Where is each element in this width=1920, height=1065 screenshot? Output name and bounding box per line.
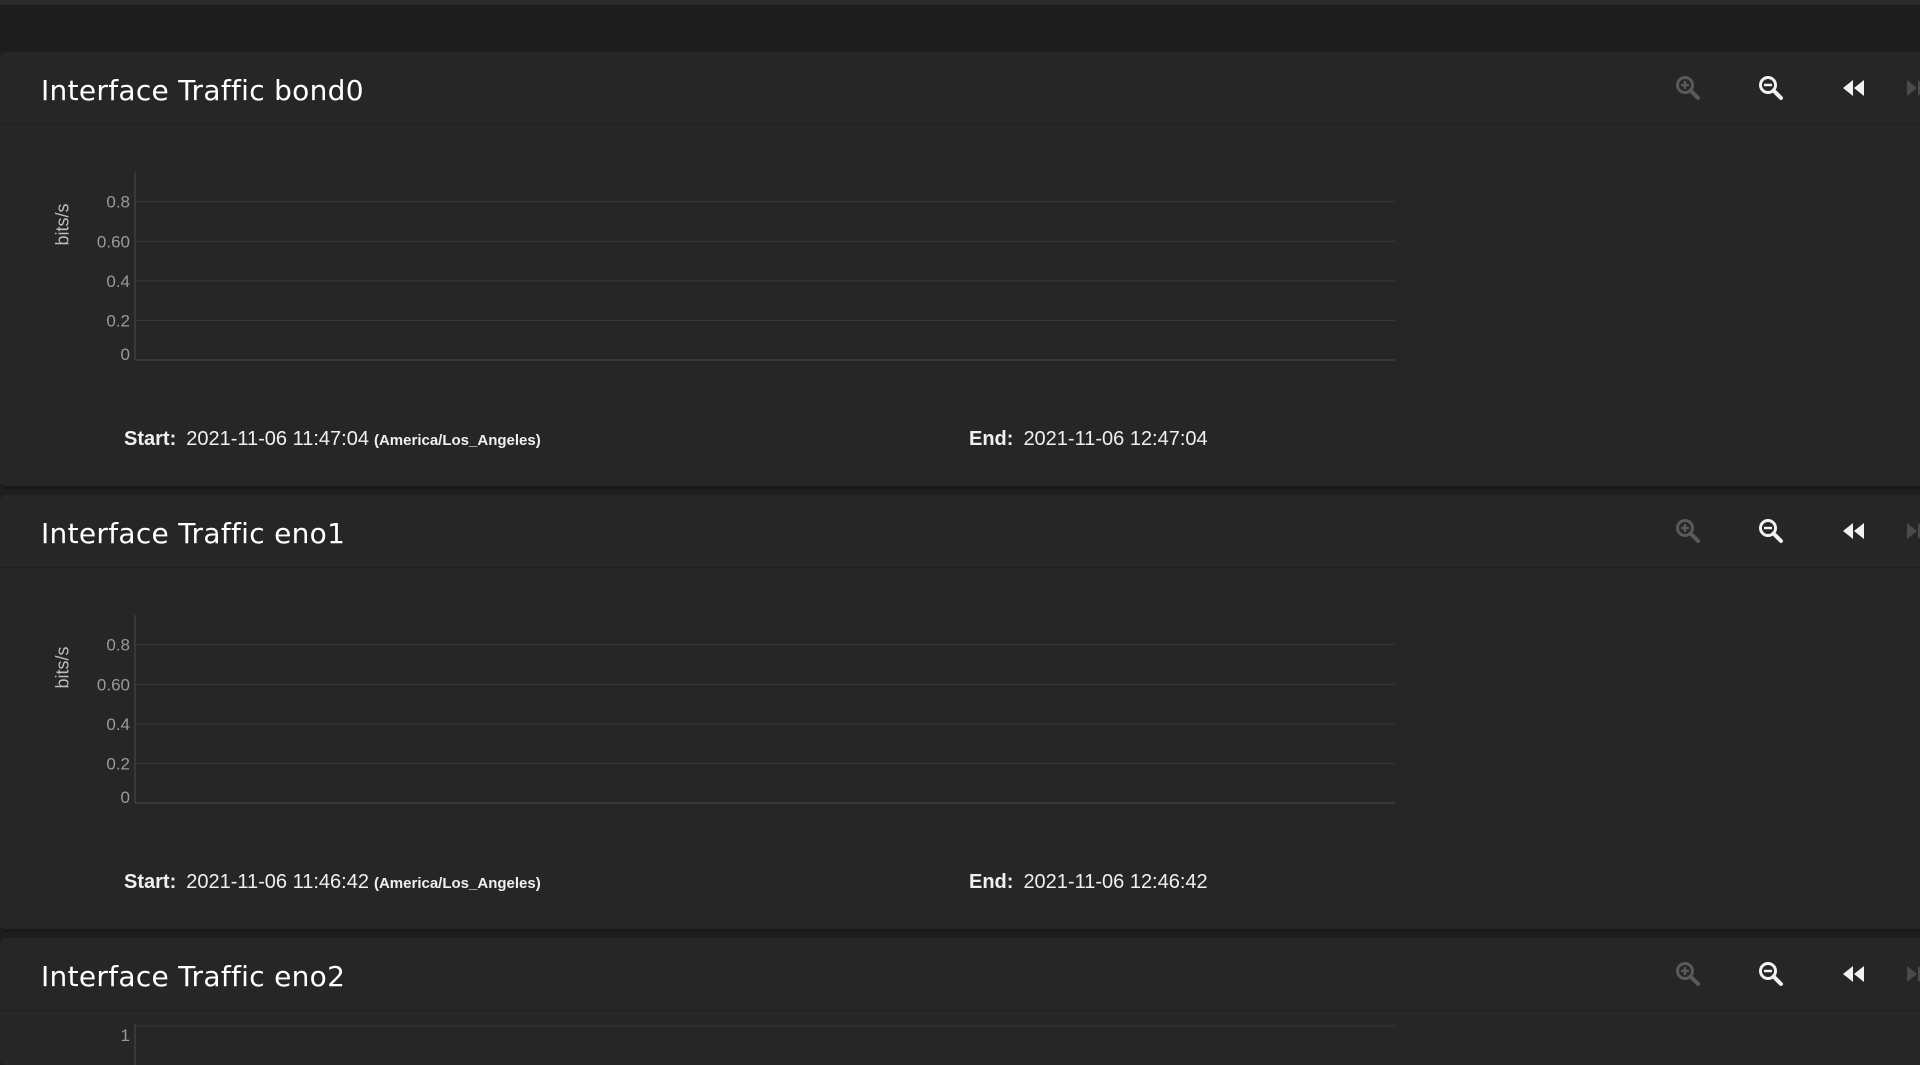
traffic-chart: 00.20.40.600.800.000: [97, 172, 1395, 364]
zoom-in-button[interactable]: [1668, 954, 1708, 994]
y-tick-label: 0.60: [97, 232, 130, 251]
card-title: Interface Traffic bond0: [41, 74, 364, 107]
step-forward-button[interactable]: [1897, 68, 1920, 108]
step-back-icon: [1843, 966, 1864, 982]
start-value: 2021-11-06 11:46:42: [186, 871, 369, 893]
step-forward-icon: [1907, 523, 1920, 539]
traffic-card-eno2: Interface Traffic eno2 1: [0, 938, 1920, 1065]
zoom-in-button[interactable]: [1668, 511, 1708, 551]
step-back-button[interactable]: [1834, 68, 1874, 108]
start-label: Start:: [124, 871, 177, 893]
traffic-card-eno1: Interface Traffic eno1 bits/s 0 0.2 0.4 0.6…: [0, 495, 1920, 932]
step-back-icon: [1843, 80, 1864, 96]
start-time: Start: 2021-11-06 11:46:42 (America/Los_An…: [124, 871, 541, 894]
y-tick-label: 0: [121, 345, 130, 364]
zoom-out-button[interactable]: [1751, 68, 1791, 108]
end-label: End:: [969, 428, 1014, 450]
step-back-button[interactable]: [1834, 511, 1874, 551]
start-label: Start:: [124, 428, 177, 450]
y-tick-label: 0.4: [106, 272, 130, 291]
y-tick-label: 0.8: [106, 636, 130, 655]
timezone: (America/Los_Angeles): [373, 432, 541, 449]
traffic-card-bond0: Interface Traffic bond0 bits/s 0 0.2 0.4 0.…: [0, 52, 1920, 489]
card-title: Interface Traffic eno2: [41, 960, 346, 993]
y-tick-label: 0.2: [106, 311, 130, 330]
zoom-out-icon: [1759, 76, 1783, 100]
timezone: (America/Los_Angeles): [373, 875, 541, 892]
y-tick-label: 0.4: [106, 715, 130, 734]
y-tick-label: 0.2: [106, 754, 130, 773]
step-forward-button[interactable]: [1897, 954, 1920, 994]
top-bar: [0, 0, 1920, 52]
card-header: Interface Traffic bond0: [0, 52, 1920, 125]
step-back-button[interactable]: [1834, 954, 1874, 994]
zoom-in-icon: [1676, 519, 1700, 543]
y-tick-label: 0.8: [106, 193, 130, 212]
chart-area: 1: [0, 1011, 1920, 1065]
zoom-in-icon: [1676, 962, 1700, 986]
card-header: Interface Traffic eno1: [0, 495, 1920, 568]
card-header: Interface Traffic eno2: [0, 938, 1920, 1011]
start-value: 2021-11-06 11:47:04: [186, 428, 369, 450]
traffic-chart: 00.20.40.600.800.000: [97, 615, 1395, 807]
end-label: End:: [969, 871, 1014, 893]
start-time: Start: 2021-11-06 11:47:04 (America/Los_An…: [124, 428, 541, 451]
y-tick-label: 0: [121, 788, 130, 807]
zoom-out-button[interactable]: [1751, 511, 1791, 551]
zoom-out-button[interactable]: [1751, 954, 1791, 994]
zoom-out-icon: [1759, 962, 1783, 986]
zoom-in-button[interactable]: [1668, 68, 1708, 108]
end-time: End: 2021-11-06 12:47:04: [969, 428, 1208, 451]
step-back-icon: [1843, 523, 1864, 539]
end-value: 2021-11-06 12:47:04: [1023, 428, 1208, 450]
card-title: Interface Traffic eno1: [41, 517, 346, 550]
y-tick-label: 1: [121, 1026, 130, 1045]
step-forward-button[interactable]: [1897, 511, 1920, 551]
traffic-chart: 1: [121, 1024, 1395, 1065]
end-time: End: 2021-11-06 12:46:42: [969, 871, 1208, 894]
zoom-out-icon: [1759, 519, 1783, 543]
zoom-in-icon: [1676, 76, 1700, 100]
step-forward-icon: [1907, 966, 1920, 982]
step-forward-icon: [1907, 80, 1920, 96]
end-value: 2021-11-06 12:46:42: [1023, 871, 1208, 893]
y-tick-label: 0.60: [97, 675, 130, 694]
